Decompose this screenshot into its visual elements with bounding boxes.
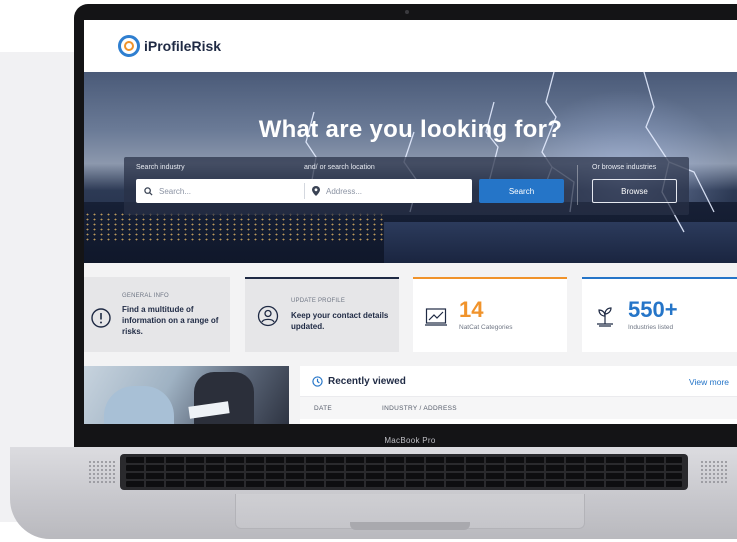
natcat-card[interactable]: 14 NatCat Categories — [413, 277, 567, 352]
screen: iProfileRisk What are you looking for? S… — [84, 20, 737, 424]
natcat-count: 14 — [459, 297, 484, 322]
natcat-caption: NatCat Categories — [459, 324, 513, 331]
hero-banner: What are you looking for? Search industr… — [84, 72, 737, 263]
key-row — [126, 457, 682, 463]
browse-label: Or browse industries — [592, 164, 657, 171]
browse-button[interactable]: Browse — [592, 179, 677, 203]
general-info-text: Find a multitude of information on a ran… — [122, 305, 219, 336]
camera-icon — [405, 10, 409, 14]
logo-text: iProfileRisk — [144, 38, 222, 54]
recent-table-header: DATE INDUSTRY / ADDRESS — [300, 396, 737, 419]
column-header-date: DATE — [314, 405, 333, 412]
search-button[interactable]: Search — [479, 179, 564, 203]
column-header-industry-address: INDUSTRY / ADDRESS — [382, 405, 457, 412]
logo-icon — [118, 35, 140, 57]
update-profile-text: Keep your contact details updated. — [291, 311, 389, 331]
speaker-grille-right — [700, 460, 728, 484]
trend-chart-icon — [425, 308, 447, 326]
speaker-grille-left — [88, 460, 116, 484]
general-info-label: GENERAL INFO — [122, 293, 169, 299]
hero-title: What are you looking for? — [258, 116, 563, 143]
logo[interactable]: iProfileRisk — [118, 35, 221, 57]
recently-viewed-title: Recently viewed — [328, 376, 406, 387]
location-label: and/ or search location — [304, 164, 375, 171]
panel-separator — [577, 165, 578, 205]
search-icon — [144, 186, 153, 196]
search-divider — [304, 183, 305, 199]
photo-person — [104, 386, 174, 424]
key-row — [126, 481, 682, 487]
industry-label: Search industry — [136, 164, 185, 171]
key-row — [126, 465, 682, 471]
search-panel: Search industry and/ or search location … — [124, 157, 689, 215]
search-placeholder: Search... — [159, 186, 192, 196]
view-more-link[interactable]: View more — [689, 377, 729, 387]
device-label: MacBook Pro — [384, 436, 436, 445]
general-info-card[interactable]: GENERAL INFO Find a multitude of informa… — [84, 277, 230, 352]
history-clock-icon — [312, 376, 323, 387]
update-profile-label: UPDATE PROFILE — [291, 298, 346, 304]
industries-caption: Industries listed — [628, 324, 674, 331]
update-profile-card[interactable]: UPDATE PROFILE Keep your contact details… — [245, 277, 399, 352]
search-box: Search... Address... — [136, 179, 472, 203]
info-exclamation-icon — [91, 308, 111, 328]
search-input[interactable]: Search... — [144, 179, 299, 203]
business-meeting-photo — [84, 366, 289, 424]
key-row — [126, 473, 682, 479]
location-pin-icon — [312, 186, 320, 196]
recently-viewed-panel: Recently viewed View more DATE INDUSTRY … — [300, 366, 737, 424]
user-icon — [257, 305, 279, 327]
address-input[interactable]: Address... — [312, 179, 467, 203]
lid-notch — [350, 522, 470, 530]
plant-growth-icon — [597, 307, 613, 327]
industries-count: 550+ — [628, 297, 678, 322]
info-cards: GENERAL INFO Find a multitude of informa… — [84, 277, 737, 354]
address-placeholder: Address... — [326, 186, 363, 196]
top-nav: iProfileRisk — [84, 20, 737, 72]
keyboard — [120, 454, 688, 490]
industries-card[interactable]: 550+ Industries listed — [582, 277, 737, 352]
